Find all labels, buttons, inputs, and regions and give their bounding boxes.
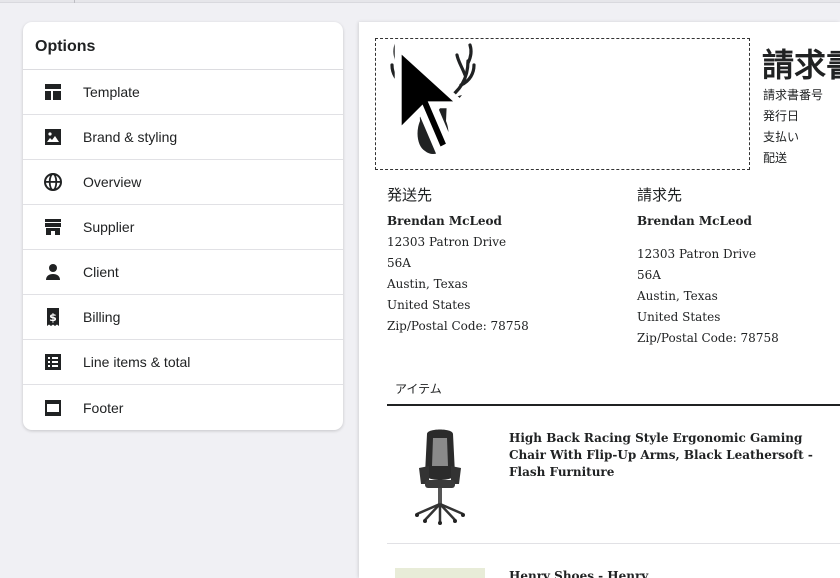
- line-item: High Back Racing Style Ergonomic Gaming …: [387, 406, 840, 544]
- bill-to-street: 12303 Patron Drive: [637, 247, 757, 261]
- globe-icon: [43, 172, 63, 192]
- items-header-label: アイテム: [395, 382, 442, 396]
- option-line-items-total[interactable]: Line items & total: [23, 340, 343, 385]
- bill-to-heading: 請求先: [637, 186, 683, 204]
- mouse-cursor-icon: [394, 41, 472, 156]
- list-icon: [43, 352, 63, 372]
- line-item-name: Henry Shoes - Henry: [509, 569, 649, 578]
- option-template[interactable]: Template: [23, 70, 343, 115]
- items-header: アイテム: [387, 376, 840, 406]
- option-billing[interactable]: $ Billing: [23, 295, 343, 340]
- ship-to-name: Brendan McLeod: [387, 214, 502, 228]
- options-title: Options: [35, 38, 96, 55]
- line-item-name: High Back Racing Style Ergonomic Gaming …: [509, 431, 813, 479]
- ship-to-street: 12303 Patron Drive: [387, 235, 507, 249]
- option-label: Supplier: [83, 219, 135, 235]
- option-label: Brand & styling: [83, 129, 178, 145]
- bill-to-address: 請求先 Brendan McLeod 12303 Patron Drive 56…: [637, 185, 840, 349]
- footer-icon: [43, 398, 63, 418]
- option-label: Billing: [83, 309, 121, 325]
- top-bar: [0, 0, 840, 3]
- bill-to-zip: Zip/Postal Code: 78758: [637, 331, 779, 345]
- option-footer[interactable]: Footer: [23, 385, 343, 430]
- receipt-icon: $: [43, 307, 63, 327]
- ship-to-address: 発送先 Brendan McLeod 12303 Patron Drive 56…: [387, 185, 607, 337]
- options-header: Options: [23, 22, 343, 70]
- person-icon: [43, 262, 63, 282]
- line-item: Henry Shoes - Henry: [387, 544, 840, 578]
- invoice-number-label: 請求書番号: [763, 88, 824, 102]
- ship-to-zip: Zip/Postal Code: 78758: [387, 319, 529, 333]
- invoice-meta: 請求書番号 発行日 支払い 配送: [763, 85, 823, 169]
- bill-to-unit: 56A: [637, 268, 661, 282]
- option-brand-styling[interactable]: Brand & styling: [23, 115, 343, 160]
- option-label: Client: [83, 264, 119, 280]
- bill-to-name: Brendan McLeod: [637, 214, 752, 228]
- option-label: Template: [83, 84, 140, 100]
- options-panel: Options Template Brand & styling Overvie…: [23, 22, 343, 430]
- ship-to-heading: 発送先: [387, 186, 433, 204]
- issue-date-label: 発行日: [763, 109, 800, 123]
- option-overview[interactable]: Overview: [23, 160, 343, 205]
- shoes-image: [395, 568, 485, 578]
- gaming-chair-image: [415, 429, 465, 525]
- ship-to-unit: 56A: [387, 256, 411, 270]
- option-label: Footer: [83, 399, 124, 416]
- template-icon: [43, 82, 63, 102]
- invoice-title: 請求書: [762, 46, 840, 84]
- store-icon: [43, 217, 63, 237]
- option-label: Overview: [83, 174, 142, 190]
- bill-to-spacer: [637, 232, 840, 244]
- ship-to-country: United States: [387, 298, 471, 312]
- bill-to-city: Austin, Texas: [637, 289, 718, 303]
- invoice-preview: 請求書 請求書番号 発行日 支払い 配送 発送先 Brendan McLeod …: [359, 22, 840, 578]
- svg-text:$: $: [49, 311, 57, 324]
- option-label: Line items & total: [83, 354, 191, 370]
- logo-area[interactable]: [375, 38, 750, 170]
- image-icon: [43, 127, 63, 147]
- option-client[interactable]: Client: [23, 250, 343, 295]
- payment-label: 支払い: [763, 130, 800, 144]
- option-supplier[interactable]: Supplier: [23, 205, 343, 250]
- top-bar-divider: [74, 0, 75, 3]
- ship-to-city: Austin, Texas: [387, 277, 468, 291]
- shipping-label: 配送: [763, 151, 788, 165]
- bill-to-country: United States: [637, 310, 721, 324]
